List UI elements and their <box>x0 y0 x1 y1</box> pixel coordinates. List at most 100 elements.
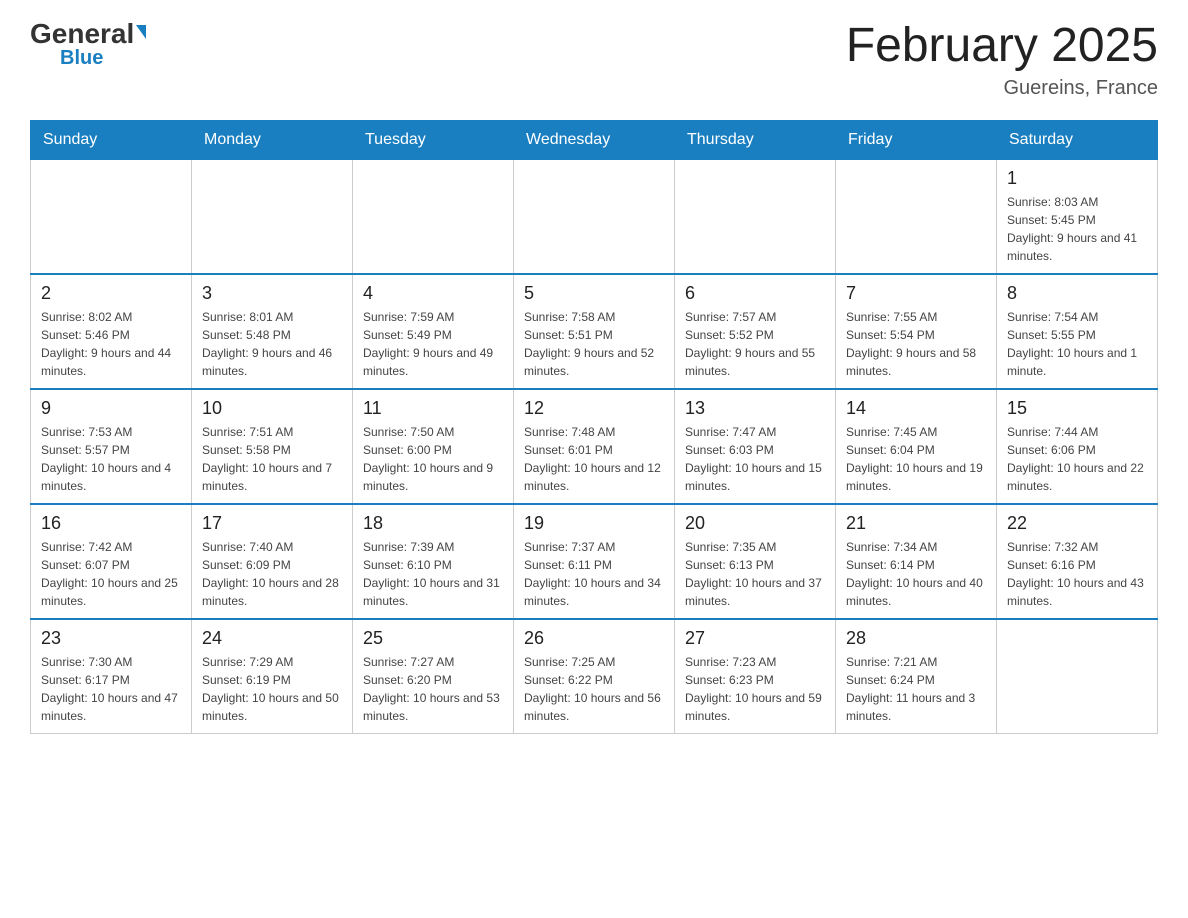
month-title: February 2025 <box>846 20 1158 73</box>
page-header: General Blue February 2025 Guereins, Fra… <box>30 20 1158 100</box>
day-cell: 26 Sunrise: 7:25 AM Sunset: 6:22 PM Dayli… <box>514 619 675 734</box>
day-cell <box>31 159 192 274</box>
day-info: Sunrise: 7:39 AM Sunset: 6:10 PM Dayligh… <box>363 538 503 610</box>
day-cell: 8 Sunrise: 7:54 AM Sunset: 5:55 PM Daylig… <box>997 274 1158 389</box>
day-number: 9 <box>41 398 181 419</box>
day-number: 24 <box>202 628 342 649</box>
column-header-thursday: Thursday <box>675 120 836 159</box>
column-header-saturday: Saturday <box>997 120 1158 159</box>
column-header-wednesday: Wednesday <box>514 120 675 159</box>
day-info: Sunrise: 7:51 AM Sunset: 5:58 PM Dayligh… <box>202 423 342 495</box>
day-cell: 6Sunrise: 7:57 AM Sunset: 5:52 PM Daylig… <box>675 274 836 389</box>
day-cell: 12Sunrise: 7:48 AM Sunset: 6:01 PM Dayli… <box>514 389 675 504</box>
day-info: Sunrise: 7:54 AM Sunset: 5:55 PM Dayligh… <box>1007 308 1147 380</box>
column-header-sunday: Sunday <box>31 120 192 159</box>
day-cell: 16 Sunrise: 7:42 AM Sunset: 6:07 PM Dayli… <box>31 504 192 619</box>
day-info: Sunrise: 7:47 AM Sunset: 6:03 PM Dayligh… <box>685 423 825 495</box>
day-number: 11 <box>363 398 503 419</box>
day-cell: 25Sunrise: 7:27 AM Sunset: 6:20 PM Dayli… <box>353 619 514 734</box>
day-info: Sunrise: 7:21 AM Sunset: 6:24 PM Dayligh… <box>846 653 986 725</box>
day-info: Sunrise: 7:45 AM Sunset: 6:04 PM Dayligh… <box>846 423 986 495</box>
day-number: 18 <box>363 513 503 534</box>
title-area: February 2025 Guereins, France <box>846 20 1158 100</box>
day-info: Sunrise: 7:50 AM Sunset: 6:00 PM Dayligh… <box>363 423 503 495</box>
day-number: 17 <box>202 513 342 534</box>
location-title: Guereins, France <box>846 77 1158 100</box>
day-info: Sunrise: 7:37 AM Sunset: 6:11 PM Dayligh… <box>524 538 664 610</box>
day-info: Sunrise: 7:27 AM Sunset: 6:20 PM Dayligh… <box>363 653 503 725</box>
week-row-3: 9 Sunrise: 7:53 AM Sunset: 5:57 PM Daylig… <box>31 389 1158 504</box>
day-info: Sunrise: 7:25 AM Sunset: 6:22 PM Dayligh… <box>524 653 664 725</box>
day-cell: 22Sunrise: 7:32 AM Sunset: 6:16 PM Dayli… <box>997 504 1158 619</box>
day-cell: 19 Sunrise: 7:37 AM Sunset: 6:11 PM Dayli… <box>514 504 675 619</box>
day-info: Sunrise: 8:02 AM Sunset: 5:46 PM Dayligh… <box>41 308 181 380</box>
day-cell <box>192 159 353 274</box>
day-cell <box>836 159 997 274</box>
day-cell: 7Sunrise: 7:55 AM Sunset: 5:54 PM Daylig… <box>836 274 997 389</box>
day-info: Sunrise: 7:29 AM Sunset: 6:19 PM Dayligh… <box>202 653 342 725</box>
week-row-1: 1 Sunrise: 8:03 AM Sunset: 5:45 PM Daylig… <box>31 159 1158 274</box>
day-cell: 1 Sunrise: 8:03 AM Sunset: 5:45 PM Daylig… <box>997 159 1158 274</box>
day-number: 3 <box>202 283 342 304</box>
day-cell: 20 Sunrise: 7:35 AM Sunset: 6:13 PM Dayli… <box>675 504 836 619</box>
day-cell <box>675 159 836 274</box>
day-cell: 21 Sunrise: 7:34 AM Sunset: 6:14 PM Dayli… <box>836 504 997 619</box>
day-number: 20 <box>685 513 825 534</box>
week-row-5: 23 Sunrise: 7:30 AM Sunset: 6:17 PM Dayli… <box>31 619 1158 734</box>
day-number: 14 <box>846 398 986 419</box>
day-info: Sunrise: 7:23 AM Sunset: 6:23 PM Dayligh… <box>685 653 825 725</box>
logo-blue-text: Blue <box>60 48 103 68</box>
day-number: 13 <box>685 398 825 419</box>
day-cell: 9 Sunrise: 7:53 AM Sunset: 5:57 PM Daylig… <box>31 389 192 504</box>
column-header-monday: Monday <box>192 120 353 159</box>
day-cell: 15 Sunrise: 7:44 AM Sunset: 6:06 PM Dayli… <box>997 389 1158 504</box>
day-info: Sunrise: 8:01 AM Sunset: 5:48 PM Dayligh… <box>202 308 342 380</box>
day-info: Sunrise: 7:32 AM Sunset: 6:16 PM Dayligh… <box>1007 538 1147 610</box>
day-info: Sunrise: 8:03 AM Sunset: 5:45 PM Dayligh… <box>1007 193 1147 265</box>
header-row: SundayMondayTuesdayWednesdayThursdayFrid… <box>31 120 1158 159</box>
day-info: Sunrise: 7:57 AM Sunset: 5:52 PM Dayligh… <box>685 308 825 380</box>
week-row-4: 16 Sunrise: 7:42 AM Sunset: 6:07 PM Dayli… <box>31 504 1158 619</box>
day-number: 28 <box>846 628 986 649</box>
day-number: 8 <box>1007 283 1147 304</box>
day-cell <box>353 159 514 274</box>
day-info: Sunrise: 7:44 AM Sunset: 6:06 PM Dayligh… <box>1007 423 1147 495</box>
day-info: Sunrise: 7:53 AM Sunset: 5:57 PM Dayligh… <box>41 423 181 495</box>
day-number: 5 <box>524 283 664 304</box>
day-number: 4 <box>363 283 503 304</box>
day-info: Sunrise: 7:30 AM Sunset: 6:17 PM Dayligh… <box>41 653 181 725</box>
day-info: Sunrise: 7:34 AM Sunset: 6:14 PM Dayligh… <box>846 538 986 610</box>
day-cell: 5 Sunrise: 7:58 AM Sunset: 5:51 PM Daylig… <box>514 274 675 389</box>
day-cell: 17 Sunrise: 7:40 AM Sunset: 6:09 PM Dayli… <box>192 504 353 619</box>
logo-general-text: General <box>30 20 134 48</box>
column-header-friday: Friday <box>836 120 997 159</box>
day-cell: 11 Sunrise: 7:50 AM Sunset: 6:00 PM Dayli… <box>353 389 514 504</box>
week-row-2: 2 Sunrise: 8:02 AM Sunset: 5:46 PM Daylig… <box>31 274 1158 389</box>
day-cell: 2 Sunrise: 8:02 AM Sunset: 5:46 PM Daylig… <box>31 274 192 389</box>
day-number: 1 <box>1007 168 1147 189</box>
logo: General Blue <box>30 20 146 68</box>
day-number: 21 <box>846 513 986 534</box>
day-number: 16 <box>41 513 181 534</box>
day-info: Sunrise: 7:42 AM Sunset: 6:07 PM Dayligh… <box>41 538 181 610</box>
day-cell: 13 Sunrise: 7:47 AM Sunset: 6:03 PM Dayli… <box>675 389 836 504</box>
day-cell: 14 Sunrise: 7:45 AM Sunset: 6:04 PM Dayli… <box>836 389 997 504</box>
day-number: 19 <box>524 513 664 534</box>
day-info: Sunrise: 7:59 AM Sunset: 5:49 PM Dayligh… <box>363 308 503 380</box>
day-info: Sunrise: 7:55 AM Sunset: 5:54 PM Dayligh… <box>846 308 986 380</box>
day-number: 2 <box>41 283 181 304</box>
logo-triangle-icon <box>136 25 146 39</box>
day-number: 10 <box>202 398 342 419</box>
day-number: 15 <box>1007 398 1147 419</box>
day-number: 12 <box>524 398 664 419</box>
day-cell: 27Sunrise: 7:23 AM Sunset: 6:23 PM Dayli… <box>675 619 836 734</box>
day-info: Sunrise: 7:40 AM Sunset: 6:09 PM Dayligh… <box>202 538 342 610</box>
day-cell: 28 Sunrise: 7:21 AM Sunset: 6:24 PM Dayli… <box>836 619 997 734</box>
day-cell: 18 Sunrise: 7:39 AM Sunset: 6:10 PM Dayli… <box>353 504 514 619</box>
day-info: Sunrise: 7:58 AM Sunset: 5:51 PM Dayligh… <box>524 308 664 380</box>
day-cell: 23 Sunrise: 7:30 AM Sunset: 6:17 PM Dayli… <box>31 619 192 734</box>
day-cell: 3 Sunrise: 8:01 AM Sunset: 5:48 PM Daylig… <box>192 274 353 389</box>
day-info: Sunrise: 7:35 AM Sunset: 6:13 PM Dayligh… <box>685 538 825 610</box>
day-number: 26 <box>524 628 664 649</box>
day-number: 23 <box>41 628 181 649</box>
